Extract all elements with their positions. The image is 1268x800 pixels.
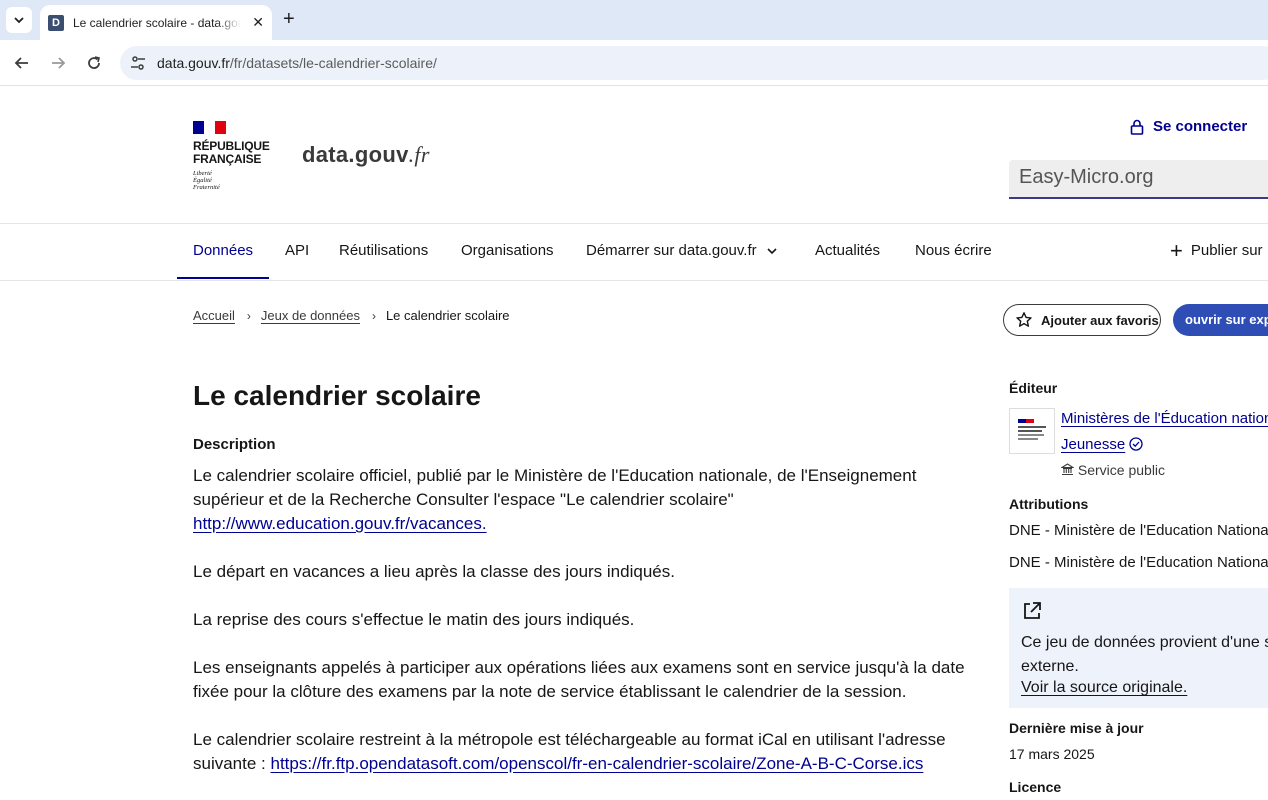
login-link[interactable]: Se connecter [1130,118,1247,135]
nav-api[interactable]: API [285,242,309,259]
description-text: Le calendrier scolaire officiel, publié … [193,466,965,773]
nav-actualites[interactable]: Actualités [815,242,880,259]
breadcrumb-home[interactable]: Accueil [193,308,235,323]
favicon-icon: D [48,14,64,31]
page-title: Le calendrier scolaire [193,380,481,411]
tab-search-button[interactable] [6,7,32,33]
external-source-box: Ce jeu de données provient d'une sourcee… [1009,588,1268,708]
forward-arrow-icon[interactable] [47,52,69,74]
tab-title: Le calendrier scolaire - data.gouv.fr [73,15,241,30]
attributions-heading: Attributions [1009,496,1089,512]
attribution-item: DNE - Ministère de l'Education Nationale [1009,522,1268,539]
ical-link[interactable]: https://fr.ftp.opendatasoft.com/openscol… [271,754,924,773]
republique-francaise-logo[interactable]: RÉPUBLIQUE FRANÇAISE Liberté Égalité Frater… [193,121,270,191]
browser-tab-bar: D Le calendrier scolaire - data.gouv.fr … [0,0,1268,40]
back-arrow-icon[interactable] [11,52,33,74]
nav-reutilisations[interactable]: Réutilisations [339,242,428,259]
breadcrumb-datasets[interactable]: Jeux de données [261,308,360,323]
reload-icon[interactable] [83,52,105,74]
lock-icon [1130,119,1144,135]
chevron-down-icon [767,247,777,254]
search-field[interactable] [1009,160,1268,199]
external-link-icon [1024,602,1041,619]
close-tab-icon[interactable]: ✕ [252,14,264,31]
plus-icon: + [1170,238,1183,263]
nav-nous-ecrire[interactable]: Nous écrire [915,242,992,259]
editor-logo[interactable] [1009,408,1055,454]
last-update-value: 17 mars 2025 [1009,746,1095,762]
new-tab-icon[interactable]: + [283,9,295,29]
publish-button[interactable]: + Publier sur [1170,238,1263,263]
chevron-down-icon [14,17,24,24]
add-favorite-button[interactable]: Ajouter aux favoris [1003,304,1161,336]
service-public-badge: Service public [1060,462,1165,478]
description-label: Description [193,436,276,453]
vacances-link[interactable]: http://www.education.gouv.fr/vacances. [193,514,487,533]
browser-tab[interactable]: D Le calendrier scolaire - data.gouv.fr … [40,5,272,40]
original-source-link[interactable]: Voir la source originale. [1021,679,1187,696]
site-header: RÉPUBLIQUE FRANÇAISE Liberté Égalité Frater… [0,87,1268,224]
government-building-icon [1060,463,1075,476]
active-nav-indicator [177,277,269,279]
last-update-heading: Dernière mise à jour [1009,720,1144,736]
main-nav: Données API Réutilisations Organisations… [0,224,1268,281]
license-heading: Licence [1009,779,1062,795]
verified-icon [1129,437,1144,451]
site-brand[interactable]: data.gouv.fr [302,142,430,168]
star-icon [1016,312,1032,327]
marianne-flag-icon [193,121,226,134]
nav-demarrer[interactable]: Démarrer sur data.gouv.fr [586,242,778,259]
address-bar[interactable]: data.gouv.fr/fr/datasets/le-calendrier-s… [120,46,1268,80]
editor-link[interactable]: Ministères de l'Éducation nationale Jeun… [1061,406,1268,458]
open-explore-button[interactable]: ouvrir sur explore [1173,304,1268,336]
breadcrumb-current: Le calendrier scolaire [385,308,510,323]
attribution-item: DNE - Ministère de l'Education Nationale [1009,554,1268,571]
search-input[interactable] [1009,160,1268,195]
nav-organisations[interactable]: Organisations [461,242,554,259]
browser-toolbar: data.gouv.fr/fr/datasets/le-calendrier-s… [0,40,1268,86]
site-info-icon[interactable] [128,53,148,73]
url-text: data.gouv.fr/fr/datasets/le-calendrier-s… [157,55,437,71]
editor-heading: Éditeur [1009,380,1058,396]
chevron-right-icon: › [371,308,376,323]
breadcrumb: Accueil › Jeux de données › Le calendrie… [193,308,510,323]
nav-donnees[interactable]: Données [193,242,253,259]
chevron-right-icon: › [246,308,251,323]
devise: Liberté Égalité Fraternité [193,170,220,191]
